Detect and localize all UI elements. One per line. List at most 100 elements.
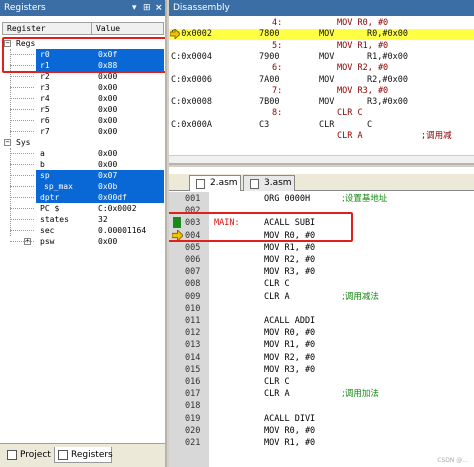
tab-project[interactable]: Project: [4, 447, 52, 463]
register-value[interactable]: 0x0b: [98, 181, 117, 192]
code-line[interactable]: 017 CLR A ;调用加法: [169, 388, 474, 400]
code-line[interactable]: 009 CLR A ;调用减法: [169, 291, 474, 303]
tree-line: [10, 120, 34, 121]
code-line[interactable]: 020 MOV R0, #0: [169, 425, 474, 437]
code-text: MOV R3, #0: [214, 364, 342, 376]
mnemonic: CLR: [319, 119, 335, 130]
tree-line: [10, 175, 34, 176]
line-number: 008: [185, 279, 201, 290]
collapse-icon[interactable]: −: [4, 139, 11, 146]
opcode: 7B00: [259, 97, 280, 108]
opcode: 7900: [259, 51, 280, 62]
register-value[interactable]: C:0x0002: [98, 203, 137, 214]
disasm-source-line[interactable]: 5: MOV R1, #0: [169, 41, 474, 52]
code-line[interactable]: 001 ORG 0000H ;设置基地址: [169, 193, 474, 205]
register-value[interactable]: 0x00: [98, 93, 117, 104]
tree-line: [10, 76, 34, 77]
disasm-source-line[interactable]: 7: MOV R3, #0: [169, 86, 474, 97]
code-instruction: MOV R3, #0: [264, 364, 316, 375]
source-comment: ;调用减: [421, 131, 452, 141]
register-value[interactable]: 0x00: [98, 104, 117, 115]
code-line[interactable]: 011 ACALL ADDI: [169, 315, 474, 327]
code-line[interactable]: 005 MOV R1, #0: [169, 242, 474, 254]
code-line[interactable]: 016 CLR C: [169, 376, 474, 388]
register-value[interactable]: 0.00001164: [98, 225, 146, 236]
tree-line: [10, 219, 34, 220]
code-instruction: ORG 0000H: [264, 194, 311, 204]
source-text: MOV R1, #0: [337, 40, 389, 51]
code-line[interactable]: 021 MOV R1, #0: [169, 437, 474, 449]
code-line[interactable]: 014 MOV R2, #0: [169, 352, 474, 364]
operands: R0,#0x00: [367, 29, 408, 40]
code-line[interactable]: 019 ACALL DIVI: [169, 413, 474, 425]
code-line[interactable]: 008 CLR C: [169, 278, 474, 290]
address: C:0x0004: [171, 51, 212, 62]
register-value[interactable]: 0x00: [98, 82, 117, 93]
tree-line: [10, 208, 34, 209]
source-line-number: 6:: [272, 63, 283, 74]
tab-3-asm[interactable]: 3.asm: [243, 175, 295, 191]
code-line[interactable]: 015 MOV R3, #0: [169, 364, 474, 376]
register-column-header[interactable]: Register: [3, 23, 92, 34]
register-value[interactable]: 0x00: [98, 126, 117, 137]
disasm-source-line[interactable]: 6: MOV R2, #0: [169, 63, 474, 74]
source-text: MOV R2, #0: [337, 63, 389, 74]
line-number: 014: [185, 352, 201, 363]
register-name: sp: [40, 171, 50, 180]
disasm-source-line[interactable]: 4: MOV R0, #0: [169, 18, 474, 29]
disasm-source-line[interactable]: 8: CLR C: [169, 108, 474, 119]
code-text: MOV R1, #0: [214, 437, 342, 449]
register-value[interactable]: 0x00: [98, 159, 117, 170]
annotation-box-r0-r1: [2, 37, 165, 73]
register-value[interactable]: 32: [98, 214, 108, 225]
register-value[interactable]: 0x00: [98, 236, 117, 247]
registers-header: Register Value: [2, 22, 164, 35]
register-name: r7: [40, 127, 50, 136]
disassembly-hscrollbar[interactable]: [169, 155, 474, 163]
code-text: MOV R1, #0: [214, 339, 342, 351]
register-group-row[interactable]: − Sys: [0, 137, 165, 148]
code-text: MOV R3, #0: [214, 266, 342, 278]
pane-close-icon[interactable]: ×: [155, 0, 163, 16]
code-line[interactable]: 018: [169, 400, 474, 412]
source-line-number: 7:: [272, 85, 283, 96]
opcode: 7A00: [259, 74, 280, 85]
value-column-header[interactable]: Value: [92, 23, 120, 34]
line-number: 018: [185, 401, 201, 412]
register-value[interactable]: 0x00: [98, 115, 117, 126]
register-name: r6: [40, 116, 50, 125]
disasm-instruction-line[interactable]: C:0x000A C3 CLR C: [169, 120, 474, 131]
editor-pane: 2.asm 3.asm 001 ORG 0000H ;设置基地址 002 003 MAIN…: [169, 167, 474, 467]
code-instruction: MOV R1, #0: [264, 242, 316, 253]
register-value[interactable]: 0x00df: [98, 192, 127, 203]
line-number: 012: [185, 328, 201, 339]
source-line-number: 8:: [272, 108, 283, 119]
code-line[interactable]: 013 MOV R1, #0: [169, 339, 474, 351]
operands: R3,#0x00: [367, 97, 408, 108]
file-icon: [250, 179, 259, 189]
tab-registers[interactable]: Registers: [54, 447, 113, 463]
code-comment: ;设置基地址: [342, 194, 388, 204]
register-value[interactable]: 0x07: [98, 170, 117, 181]
tree-line: [10, 164, 34, 165]
register-name: b: [40, 160, 45, 169]
disasm-instruction-line[interactable]: C:0x0008 7B00 MOV R3,#0x00: [169, 97, 474, 108]
register-value[interactable]: 0x00: [98, 148, 117, 159]
disasm-instruction-line[interactable]: C:0x0006 7A00 MOV R2,#0x00: [169, 75, 474, 86]
register-name: psw: [40, 237, 55, 246]
code-line[interactable]: 012 MOV R0, #0: [169, 327, 474, 339]
tree-line: [10, 186, 34, 187]
code-line[interactable]: 010: [169, 303, 474, 315]
line-number: 009: [185, 291, 201, 302]
pane-pin-icon[interactable]: ⊞: [143, 0, 151, 16]
code-comment: ;调用减法: [342, 291, 379, 302]
disasm-instruction-line[interactable]: C:0x0004 7900 MOV R1,#0x00: [169, 52, 474, 63]
disasm-source-line[interactable]: CLR A ;调用减: [169, 131, 474, 142]
code-line[interactable]: 006 MOV R2, #0: [169, 254, 474, 266]
tab-2-asm[interactable]: 2.asm: [189, 175, 241, 191]
code-line[interactable]: 007 MOV R3, #0: [169, 266, 474, 278]
line-number: 013: [185, 340, 201, 351]
disasm-instruction-line[interactable]: C:0x0002 7800 MOV R0,#0x00: [169, 29, 474, 41]
pane-menu-icon[interactable]: ▾: [132, 0, 137, 16]
line-number: 020: [185, 425, 201, 436]
